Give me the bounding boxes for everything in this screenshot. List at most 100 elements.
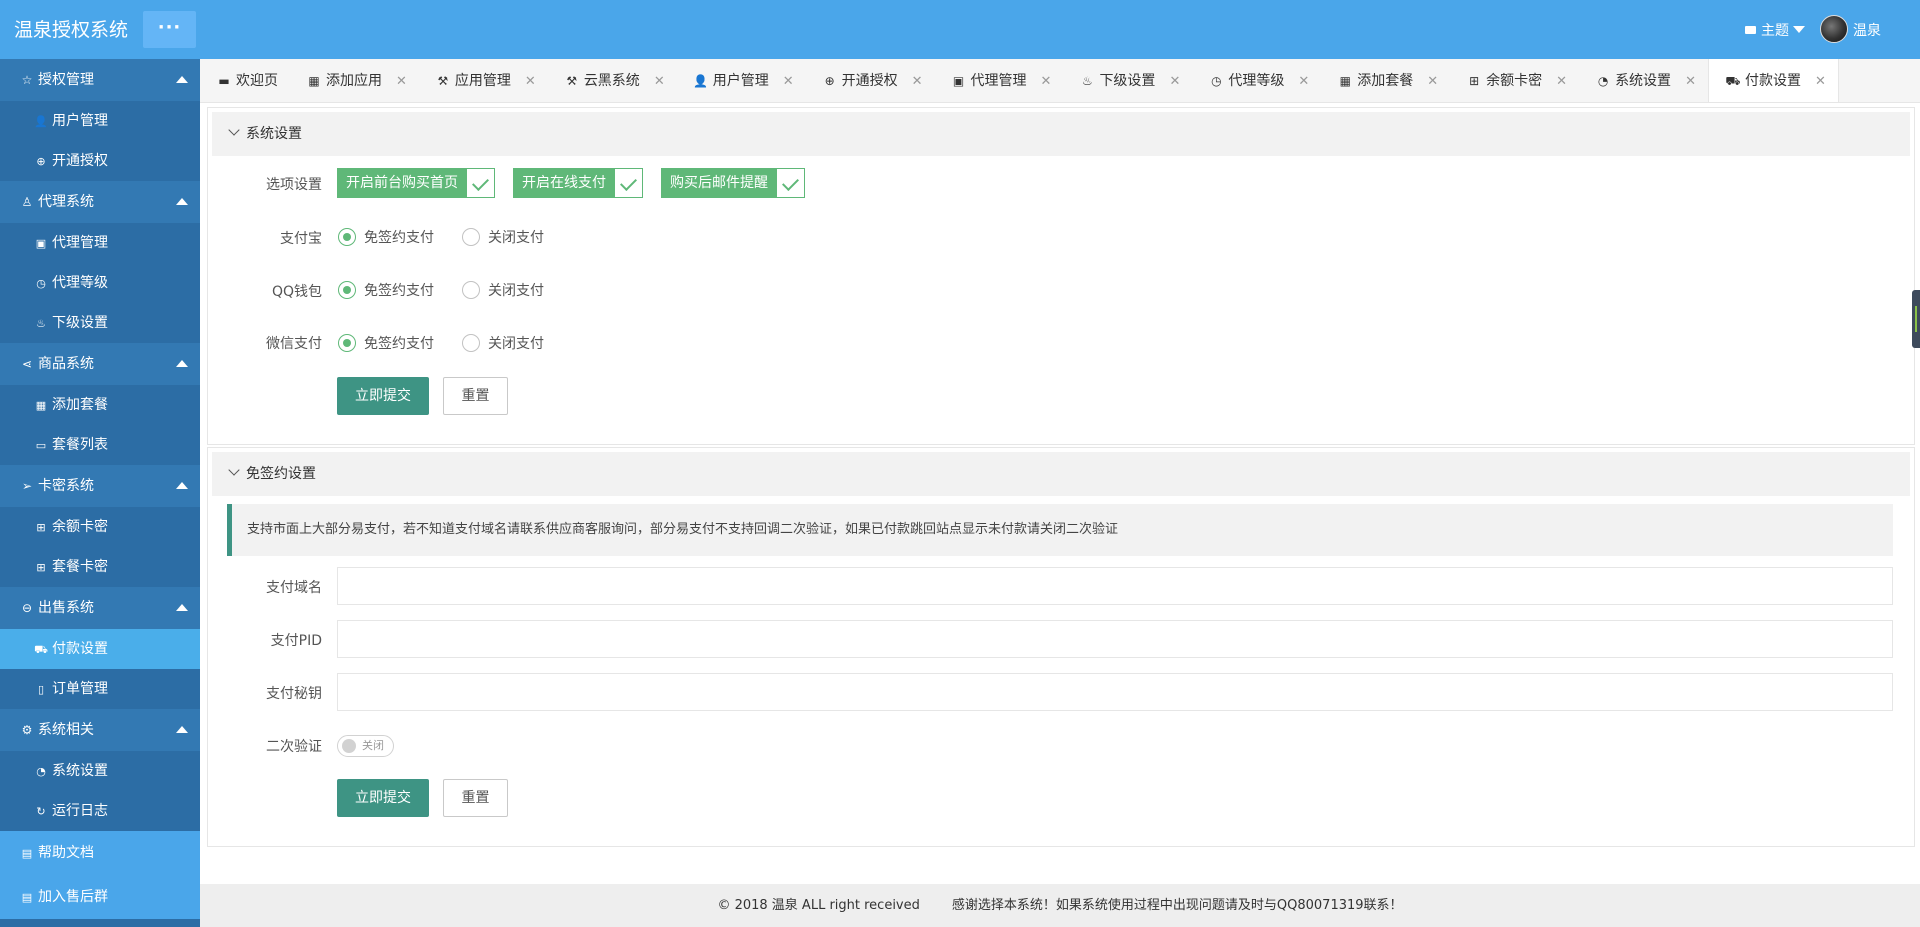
sidebar-group-label: 出售系统	[38, 600, 94, 616]
tab-payment-settings[interactable]: ⛟ 付款设置 ✕	[1707, 59, 1839, 102]
close-icon[interactable]: ✕	[1815, 74, 1826, 89]
panel-title: 系统设置	[246, 126, 302, 142]
option-mail-remind[interactable]: 购买后邮件提醒	[661, 168, 805, 198]
sidebar-group-auth[interactable]: ☆ 授权管理	[0, 59, 200, 101]
submit-button[interactable]: 立即提交	[337, 779, 429, 817]
tab-app-manage[interactable]: ⚒ 应用管理 ✕	[419, 59, 548, 102]
close-icon[interactable]: ✕	[1298, 74, 1309, 89]
option-front-purchase[interactable]: 开启前台购买首页	[337, 168, 495, 198]
grid-icon: ▦	[35, 399, 47, 412]
alipay-radio-off[interactable]: 关闭支付	[462, 228, 544, 248]
tab-system-settings[interactable]: ◔ 系统设置 ✕	[1579, 59, 1708, 102]
tab-user-manage[interactable]: 👤 用户管理 ✕	[677, 59, 806, 102]
check-icon	[615, 168, 643, 198]
sidebar-item-agent-level[interactable]: ◷ 代理等级	[0, 263, 200, 303]
sidebar-item-package-list[interactable]: ▭ 套餐列表	[0, 425, 200, 465]
dashboard-icon: ◔	[1597, 74, 1609, 88]
tab-label: 添加套餐	[1357, 73, 1414, 89]
sidebar-item-label: 运行日志	[52, 803, 108, 819]
close-icon[interactable]: ✕	[1556, 74, 1567, 89]
option-label: 开启在线支付	[513, 168, 615, 198]
radio-icon	[338, 281, 356, 299]
tab-open-auth[interactable]: ⊕ 开通授权 ✕	[806, 59, 935, 102]
avatar[interactable]	[1820, 15, 1848, 43]
star-icon: ☆	[21, 73, 33, 87]
option-online-pay[interactable]: 开启在线支付	[513, 168, 643, 198]
tools-icon: ⚒	[437, 74, 449, 88]
gear-icon: ⚙	[21, 723, 33, 737]
close-icon[interactable]: ✕	[1041, 74, 1052, 89]
sidebar-item-agent-manage[interactable]: ▣ 代理管理	[0, 223, 200, 263]
close-icon[interactable]: ✕	[654, 74, 665, 89]
theme-menu[interactable]: 主题	[1745, 20, 1805, 40]
wechat-radio-off[interactable]: 关闭支付	[462, 334, 544, 354]
window-icon: ▬	[218, 74, 230, 88]
menu-toggle-button[interactable]: ···	[143, 11, 196, 48]
close-icon[interactable]: ✕	[1169, 74, 1180, 89]
radio-label: 关闭支付	[488, 230, 544, 246]
sidebar-group-system[interactable]: ⚙ 系统相关	[0, 709, 200, 751]
sidebar-item-run-log[interactable]: ↻ 运行日志	[0, 791, 200, 831]
sidebar-link-help[interactable]: ▤ 帮助文档	[0, 831, 200, 875]
qqwallet-radio-off[interactable]: 关闭支付	[462, 281, 544, 301]
radio-label: 免签约支付	[364, 336, 434, 352]
free-sign-header[interactable]: 免签约设置	[212, 452, 1910, 496]
close-icon[interactable]: ✕	[1685, 74, 1696, 89]
sidebar-group-goods[interactable]: ⋖ 商品系统	[0, 343, 200, 385]
sidebar-item-label: 套餐列表	[52, 437, 108, 453]
username[interactable]: 温泉	[1853, 20, 1881, 40]
sidebar-item-order-manage[interactable]: ▯ 订单管理	[0, 669, 200, 709]
sidebar-item-payment-settings[interactable]: ⛟ 付款设置	[0, 629, 200, 669]
tab-agent-level[interactable]: ◷ 代理等级 ✕	[1192, 59, 1321, 102]
window-icon: ▭	[35, 439, 47, 452]
tools-icon: ⚒	[566, 74, 578, 88]
radio-label: 免签约支付	[364, 230, 434, 246]
alipay-radio-free[interactable]: 免签约支付	[338, 228, 434, 248]
sidebar-item-add-package[interactable]: ▦ 添加套餐	[0, 385, 200, 425]
sidebar-group-card[interactable]: ➢ 卡密系统	[0, 465, 200, 507]
pay-secret-input[interactable]	[337, 673, 1893, 711]
qqwallet-radio-free[interactable]: 免签约支付	[338, 281, 434, 301]
side-scroll-handle[interactable]	[1912, 290, 1920, 348]
sidebar-link-support-group[interactable]: ▤ 加入售后群	[0, 875, 200, 919]
app-logo[interactable]: 温泉授权系统	[14, 15, 128, 42]
verify-toggle[interactable]: 关闭	[337, 735, 394, 757]
sidebar-item-sub-settings[interactable]: ♨ 下级设置	[0, 303, 200, 343]
close-icon[interactable]: ✕	[783, 74, 794, 89]
sidebar-item-balance-card[interactable]: ⊞ 余额卡密	[0, 507, 200, 547]
option-label: 开启前台购买首页	[337, 168, 467, 198]
dashboard-icon: ◔	[36, 765, 46, 778]
sidebar-group-agent[interactable]: ♙ 代理系统	[0, 181, 200, 223]
tab-balance-card[interactable]: ⊞ 余额卡密 ✕	[1450, 59, 1579, 102]
sidebar-item-label: 添加套餐	[52, 397, 108, 413]
reset-button[interactable]: 重置	[443, 377, 508, 415]
tab-welcome[interactable]: ▬ 欢迎页	[200, 59, 290, 102]
sidebar-item-open-auth[interactable]: ⊕ 开通授权	[0, 141, 200, 181]
footer: © 2018 温泉 ALL right received 感谢选择本系统！如果系统…	[200, 884, 1920, 927]
tab-sub-settings[interactable]: ♨ 下级设置 ✕	[1063, 59, 1192, 102]
tab-add-app[interactable]: ▦ 添加应用 ✕	[290, 59, 419, 102]
sidebar-item-system-settings[interactable]: ◔ 系统设置	[0, 751, 200, 791]
tab-cloud-black[interactable]: ⚒ 云黑系统 ✕	[548, 59, 677, 102]
close-icon[interactable]: ✕	[1427, 74, 1438, 89]
pay-domain-input[interactable]	[337, 567, 1893, 605]
reset-button[interactable]: 重置	[443, 779, 508, 817]
tab-add-package[interactable]: ▦ 添加套餐 ✕	[1321, 59, 1450, 102]
qqwallet-label: QQ钱包	[271, 284, 322, 300]
sidebar-item-package-card[interactable]: ⊞ 套餐卡密	[0, 547, 200, 587]
close-icon[interactable]: ✕	[396, 74, 407, 89]
sidebar-item-label: 余额卡密	[52, 519, 108, 535]
close-icon[interactable]: ✕	[525, 74, 536, 89]
sidebar-item-user-manage[interactable]: 👤 用户管理	[0, 101, 200, 141]
sidebar-item-label: 系统设置	[52, 763, 108, 779]
system-settings-header[interactable]: 系统设置	[212, 112, 1910, 156]
wechat-radio-free[interactable]: 免签约支付	[338, 334, 434, 354]
users-icon: ♙	[21, 195, 33, 209]
sidebar-group-sales[interactable]: ⊖ 出售系统	[0, 587, 200, 629]
pay-pid-input[interactable]	[337, 620, 1893, 658]
pay-secret-label: 支付秘钥	[266, 686, 322, 702]
tab-agent-manage[interactable]: ▣ 代理管理 ✕	[935, 59, 1064, 102]
submit-button[interactable]: 立即提交	[337, 377, 429, 415]
close-icon[interactable]: ✕	[912, 74, 923, 89]
radio-icon	[462, 281, 480, 299]
